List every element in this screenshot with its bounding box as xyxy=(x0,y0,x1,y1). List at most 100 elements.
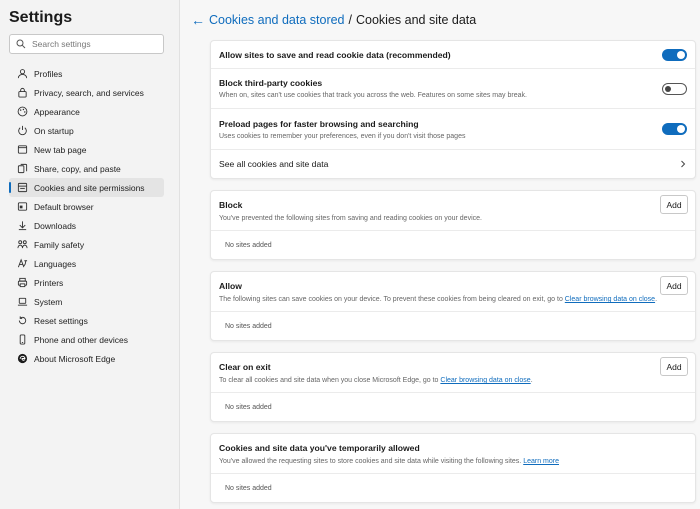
printer-icon xyxy=(17,277,28,288)
breadcrumb-separator: / xyxy=(348,13,352,27)
sidebar-item-downloads[interactable]: Downloads xyxy=(9,216,164,235)
setting-title: Allow sites to save and read cookie data… xyxy=(219,49,451,60)
section-header: Block You've prevented the following sit… xyxy=(211,191,695,231)
temporarily-allowed-section: Cookies and site data you've temporarily… xyxy=(210,433,696,503)
chevron-right-icon xyxy=(681,160,686,168)
page-title: Cookies and site data xyxy=(356,13,477,27)
palette-icon xyxy=(17,106,28,117)
clear-browsing-data-link[interactable]: Clear browsing data on close xyxy=(440,377,530,384)
sidebar-item-family-safety[interactable]: Family safety xyxy=(9,235,164,254)
sidebar-item-on-startup[interactable]: On startup xyxy=(9,121,164,140)
page-header: ← Cookies and data stored / Cookies and … xyxy=(181,0,700,40)
empty-list-text: No sites added xyxy=(225,484,272,492)
section-title: Cookies and site data you've temporarily… xyxy=(219,443,420,453)
section-title: Allow xyxy=(219,281,242,291)
sidebar-item-printers[interactable]: Printers xyxy=(9,273,164,292)
family-icon xyxy=(17,240,28,249)
setting-title: Preload pages for faster browsing and se… xyxy=(219,118,419,129)
sidebar-item-label: Cookies and site permissions xyxy=(34,182,145,193)
search-box[interactable] xyxy=(9,34,164,54)
laptop-icon xyxy=(17,297,28,306)
cookie-permissions-icon xyxy=(17,182,28,193)
empty-list-text: No sites added xyxy=(225,403,272,411)
section-header: Clear on exit To clear all cookies and s… xyxy=(211,353,695,393)
sidebar-item-label: System xyxy=(34,296,63,307)
sidebar-item-profiles[interactable]: Profiles xyxy=(9,64,164,83)
setting-title: See all cookies and site data xyxy=(219,159,329,169)
sidebar-item-languages[interactable]: Languages xyxy=(9,254,164,273)
sidebar-item-cookies[interactable]: Cookies and site permissions xyxy=(9,178,164,197)
sidebar-item-about[interactable]: About Microsoft Edge xyxy=(9,349,164,368)
power-icon xyxy=(18,125,27,136)
sidebar-item-phone[interactable]: Phone and other devices xyxy=(9,330,164,349)
sidebar-item-appearance[interactable]: Appearance xyxy=(9,102,164,121)
phone-icon xyxy=(19,334,26,345)
breadcrumb-link[interactable]: Cookies and data stored xyxy=(209,13,345,27)
sidebar-item-system[interactable]: System xyxy=(9,292,164,311)
sidebar-item-label: Printers xyxy=(34,277,64,288)
sidebar-item-label: Share, copy, and paste xyxy=(34,163,121,174)
sidebar-item-label: New tab page xyxy=(34,144,87,155)
search-icon xyxy=(16,39,26,49)
profile-icon xyxy=(17,69,28,79)
sidebar-item-label: Profiles xyxy=(34,68,63,79)
section-desc: You've allowed the requesting sites to s… xyxy=(219,458,559,465)
reset-icon xyxy=(18,316,27,325)
sidebar-nav: Profiles Privacy, search, and services A… xyxy=(0,64,179,368)
setting-desc: Uses cookies to remember your preference… xyxy=(219,132,466,140)
section-desc: The following sites can save cookies on … xyxy=(219,296,658,303)
share-icon xyxy=(17,163,28,174)
sidebar-item-label: Languages xyxy=(34,258,77,269)
sidebar-item-label: Downloads xyxy=(34,220,77,231)
language-icon xyxy=(17,258,28,268)
section-title: Block xyxy=(219,200,243,210)
setting-preload: Preload pages for faster browsing and se… xyxy=(211,109,695,150)
sidebar-item-label: Reset settings xyxy=(34,315,88,326)
sidebar-item-label: Family safety xyxy=(34,239,85,250)
sidebar-item-label: On startup xyxy=(34,125,74,136)
sidebar-item-label: Appearance xyxy=(34,106,80,117)
see-all-cookies-row[interactable]: See all cookies and site data xyxy=(211,150,695,178)
sidebar-item-label: Privacy, search, and services xyxy=(34,87,144,98)
section-header: Allow The following sites can save cooki… xyxy=(211,272,695,312)
section-header: Cookies and site data you've temporarily… xyxy=(211,434,695,474)
block-add-button[interactable]: Add xyxy=(660,195,688,214)
sidebar-item-privacy[interactable]: Privacy, search, and services xyxy=(9,83,164,102)
sidebar-item-new-tab[interactable]: New tab page xyxy=(9,140,164,159)
preload-toggle[interactable] xyxy=(662,123,687,135)
empty-list-text: No sites added xyxy=(225,322,272,330)
settings-title: Settings xyxy=(9,9,73,26)
sidebar-item-reset[interactable]: Reset settings xyxy=(9,311,164,330)
learn-more-link[interactable]: Learn more xyxy=(523,458,559,465)
allow-add-button[interactable]: Add xyxy=(660,276,688,295)
block-third-party-toggle[interactable] xyxy=(662,82,687,95)
empty-list-text: No sites added xyxy=(225,241,272,249)
section-desc: To clear all cookies and site data when … xyxy=(219,377,533,384)
allow-section: Allow The following sites can save cooki… xyxy=(210,271,696,341)
section-title: Clear on exit xyxy=(219,362,271,372)
clear-browsing-data-link[interactable]: Clear browsing data on close xyxy=(565,296,655,303)
arrow-left-icon[interactable]: ← xyxy=(191,12,209,28)
cookie-settings-card: Allow sites to save and read cookie data… xyxy=(210,40,696,179)
download-icon xyxy=(18,221,27,231)
lock-icon xyxy=(18,87,27,98)
sidebar-item-label: About Microsoft Edge xyxy=(34,353,116,364)
browser-icon xyxy=(17,202,28,211)
sidebar: Settings Profiles Privacy, search, and s… xyxy=(0,0,180,509)
setting-allow-sites: Allow sites to save and read cookie data… xyxy=(211,41,695,69)
setting-title: Block third-party cookies xyxy=(219,78,323,88)
sidebar-item-label: Default browser xyxy=(34,201,94,212)
clear-on-exit-section: Clear on exit To clear all cookies and s… xyxy=(210,352,696,422)
setting-desc: When on, sites can't use cookies that tr… xyxy=(219,92,527,99)
sidebar-item-share[interactable]: Share, copy, and paste xyxy=(9,159,164,178)
new-tab-icon xyxy=(17,145,28,154)
block-section: Block You've prevented the following sit… xyxy=(210,190,696,260)
sidebar-item-label: Phone and other devices xyxy=(34,334,129,345)
main-content: ← Cookies and data stored / Cookies and … xyxy=(181,0,700,509)
search-input[interactable] xyxy=(32,39,152,49)
sidebar-item-default-browser[interactable]: Default browser xyxy=(9,197,164,216)
clear-on-exit-add-button[interactable]: Add xyxy=(660,357,688,376)
edge-logo-icon xyxy=(17,353,28,364)
section-desc: You've prevented the following sites fro… xyxy=(219,215,482,222)
allow-sites-toggle[interactable] xyxy=(662,48,687,61)
